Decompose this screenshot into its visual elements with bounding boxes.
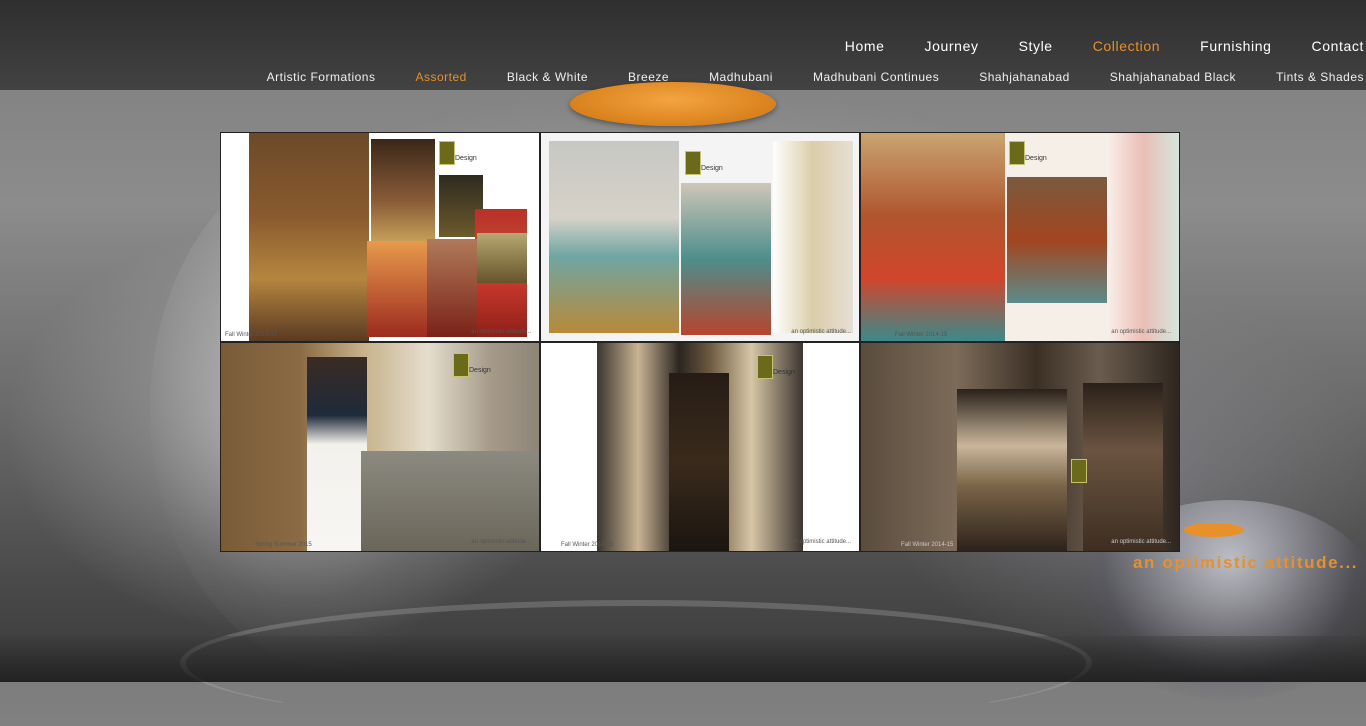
subnav-assorted[interactable]: Assorted xyxy=(415,70,466,84)
tile-tagline: an optimistic attitude... xyxy=(791,329,851,335)
subnav-shahjahanabad-black[interactable]: Shahjahanabad Black xyxy=(1110,70,1236,84)
tile-tagline: an optimistic attitude... xyxy=(471,329,531,335)
nav-furnishing[interactable]: Furnishing xyxy=(1200,38,1271,54)
brand-mark: Design xyxy=(1025,155,1047,162)
tile-tagline: an optimistic attitude... xyxy=(791,539,851,545)
tile-season-label: Spring Summer 2015 xyxy=(255,542,312,548)
tile-photo xyxy=(549,141,679,333)
tile-season-label: Fall Winter 2014-15 xyxy=(901,542,954,548)
tile-season-label: Fall Winter 2014-15 xyxy=(561,542,614,548)
tile-photo xyxy=(427,239,477,337)
tile-photo xyxy=(249,133,369,341)
subnav-shahjahanabad[interactable]: Shahjahanabad xyxy=(979,70,1070,84)
subnav-tints-shades[interactable]: Tints & Shades xyxy=(1276,70,1364,84)
tile-tagline: an optimistic attitude... xyxy=(471,539,531,545)
tile-photo xyxy=(861,133,1005,341)
nav-collection[interactable]: Collection xyxy=(1093,38,1160,54)
brand-logo-icon xyxy=(453,353,469,377)
tile-photo xyxy=(1083,383,1163,551)
main-navigation: Home Journey Style Collection Furnishing… xyxy=(845,38,1364,54)
tile-photo xyxy=(1107,133,1179,341)
brand-logo-icon xyxy=(1009,141,1025,165)
brand-logo-icon xyxy=(1071,459,1087,483)
tile-tagline: an optimistic attitude... xyxy=(1111,539,1171,545)
background-bottom-band xyxy=(0,636,1366,682)
tile-photo xyxy=(361,451,539,551)
tile-tagline: an optimistic attitude... xyxy=(1111,329,1171,335)
brand-mark: Design xyxy=(469,367,491,374)
tile-season-label: Fall Winter 2014-15 xyxy=(225,332,278,338)
site-tagline: an optimistic attitude... xyxy=(1133,553,1359,572)
gallery-tile-5[interactable]: Design Fall Winter 2014-15 an optimistic… xyxy=(540,342,860,552)
tile-season-label: Fall Winter 2014-15 xyxy=(895,332,948,338)
subnav-black-white[interactable]: Black & White xyxy=(507,70,588,84)
nav-home[interactable]: Home xyxy=(845,38,885,54)
nav-journey[interactable]: Journey xyxy=(925,38,979,54)
gallery-tile-1[interactable]: Design Fall Winter 2014-15 an optimistic… xyxy=(220,132,540,342)
tile-photo xyxy=(957,389,1067,551)
subnav-artistic-formations[interactable]: Artistic Formations xyxy=(267,70,376,84)
nav-contact[interactable]: Contact xyxy=(1312,38,1364,54)
nav-style[interactable]: Style xyxy=(1019,38,1053,54)
tile-photo xyxy=(669,373,729,551)
site-header: Home Journey Style Collection Furnishing… xyxy=(0,0,1366,90)
collection-gallery: Design Fall Winter 2014-15 an optimistic… xyxy=(220,132,1180,552)
brand-logo-icon xyxy=(757,355,773,379)
decorative-orange-dot xyxy=(1184,523,1244,537)
tile-photo xyxy=(773,141,853,333)
gallery-tile-2[interactable]: Design an optimistic attitude... xyxy=(540,132,860,342)
collection-subnavigation: Artistic Formations Assorted Black & Whi… xyxy=(267,70,1364,84)
tile-photo xyxy=(681,183,771,335)
brand-logo-icon xyxy=(439,141,455,165)
tile-photo xyxy=(1007,177,1107,303)
brand-mark: Design xyxy=(455,155,477,162)
gallery-tile-6[interactable]: Fall Winter 2014-15 an optimistic attitu… xyxy=(860,342,1180,552)
tile-photo xyxy=(477,233,527,289)
tile-photo xyxy=(367,241,427,337)
gallery-tile-3[interactable]: Design Fall Winter 2014-15 an optimistic… xyxy=(860,132,1180,342)
subnav-madhubani[interactable]: Madhubani xyxy=(709,70,773,84)
brand-mark: Design xyxy=(773,369,795,376)
subnav-madhubani-continues[interactable]: Madhubani Continues xyxy=(813,70,939,84)
brand-mark: Design xyxy=(701,165,723,172)
decorative-orange-blob xyxy=(570,82,776,126)
tile-photo xyxy=(307,357,367,551)
tile-photo xyxy=(371,139,435,243)
brand-logo-icon xyxy=(685,151,701,175)
gallery-tile-4[interactable]: Design Spring Summer 2015 an optimistic … xyxy=(220,342,540,552)
